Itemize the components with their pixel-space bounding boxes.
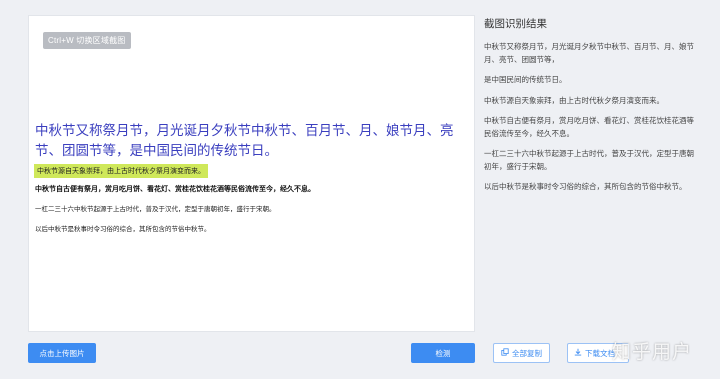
preview-highlight-text: 中秋节源自天象崇拜，由上古时代秋夕祭月演变而来。 <box>34 164 208 178</box>
watermark-text: 知乎用户 <box>612 342 693 363</box>
result-paragraph: 一杠二三十六中秋节起源于上古时代，普及于汉代，定型于唐朝初年，盛行于宋朝。 <box>484 149 694 171</box>
result-paragraph: 中秋节源自天象崇拜，由上古时代秋夕祭月演变而来。 <box>484 95 664 105</box>
preview-heading-text: 中秋节又称祭月节，月光诞月夕秋节中秋节、百月节、月、娘节月、亮节、团圆节等，是中… <box>35 123 454 158</box>
result-panel: 截图识别结果 中秋节又称祭月节，月光诞月夕秋节中秋节、百月节、月、娘节月、亮节、… <box>484 16 696 202</box>
copy-all-button[interactable]: 全部复制 <box>493 343 550 363</box>
download-label: 下载文档 <box>585 348 615 358</box>
preview-small-text-1: 一杠二三十六中秋节起源于上古时代，普及于汉代，定型于唐朝初年，盛行于宋朝。 <box>35 206 276 213</box>
result-paragraph: 中秋节自古便有祭月，赏月吃月饼、看花灯、赏桂花饮桂花酒等民俗流传至今，经久不息。 <box>484 116 694 138</box>
result-paragraph: 是中国民间的传统节日。 <box>484 75 567 84</box>
preview-small-text-2: 以后中秋节是秋事时令习俗的综合，其所包含的节俗中秋节。 <box>35 226 211 233</box>
result-paragraph: 以后中秋节是秋事时令习俗的综合，其所包含的节俗中秋节。 <box>484 182 687 191</box>
copy-icon <box>501 348 509 358</box>
upload-image-button[interactable]: 点击上传图片 <box>28 343 96 363</box>
copy-all-label: 全部复制 <box>512 348 542 358</box>
result-paragraph: 中秋节又称祭月节，月光诞月夕秋节中秋节、百月节、月、娘节月、亮节、团圆节等， <box>484 42 694 64</box>
recognize-button[interactable]: 检测 <box>411 343 475 363</box>
image-preview-panel: Ctrl+W 切换区域截图 中秋节又称祭月节，月光诞月夕秋节中秋节、百月节、月、… <box>28 15 475 332</box>
download-icon <box>574 348 582 358</box>
result-title: 截图识别结果 <box>484 18 547 30</box>
preview-bold-text: 中秋节自古便有祭月，赏月吃月饼、看花灯、赏桂花饮桂花酒等民俗流传至今，经久不息。 <box>35 186 315 193</box>
area-capture-tag[interactable]: Ctrl+W 切换区域截图 <box>43 32 131 49</box>
